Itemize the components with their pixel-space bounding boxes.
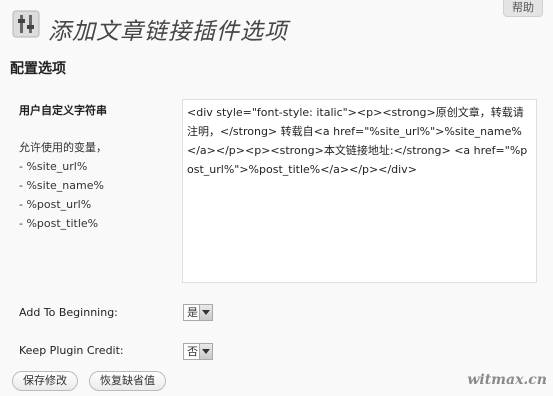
add-to-beginning-label: Add To Beginning: xyxy=(19,306,118,319)
keep-plugin-credit-value: 否 xyxy=(187,345,198,358)
help-tab[interactable]: 帮助 xyxy=(503,0,543,17)
page-title: 添加文章链接插件选项 xyxy=(48,19,288,45)
variable-item: - %post_url% xyxy=(19,198,92,211)
chevron-down-icon xyxy=(199,344,212,359)
custom-string-label: 用户自定义字符串 xyxy=(19,104,107,117)
allowed-variables: 允许使用的变量， - %site_url% - %site_name% - %p… xyxy=(19,138,107,233)
section-title: 配置选项 xyxy=(10,61,66,77)
settings-icon xyxy=(12,10,40,38)
variable-item: - %site_url% xyxy=(19,160,88,173)
watermark: witmax.cn xyxy=(467,372,547,388)
chevron-down-icon xyxy=(199,305,212,320)
keep-plugin-credit-select[interactable]: 否 xyxy=(183,343,213,360)
add-to-beginning-select[interactable]: 是 xyxy=(183,304,213,321)
reset-defaults-button[interactable]: 恢复缺省值 xyxy=(89,371,166,391)
allowed-variables-heading: 允许使用的变量， xyxy=(19,141,107,154)
variable-item: - %site_name% xyxy=(19,179,104,192)
variable-item: - %post_title% xyxy=(19,217,99,230)
save-button[interactable]: 保存修改 xyxy=(12,371,78,391)
template-textarea[interactable]: <div style="font-style: italic"><p><stro… xyxy=(182,99,537,283)
keep-plugin-credit-label: Keep Plugin Credit: xyxy=(19,344,124,357)
add-to-beginning-value: 是 xyxy=(187,306,198,319)
